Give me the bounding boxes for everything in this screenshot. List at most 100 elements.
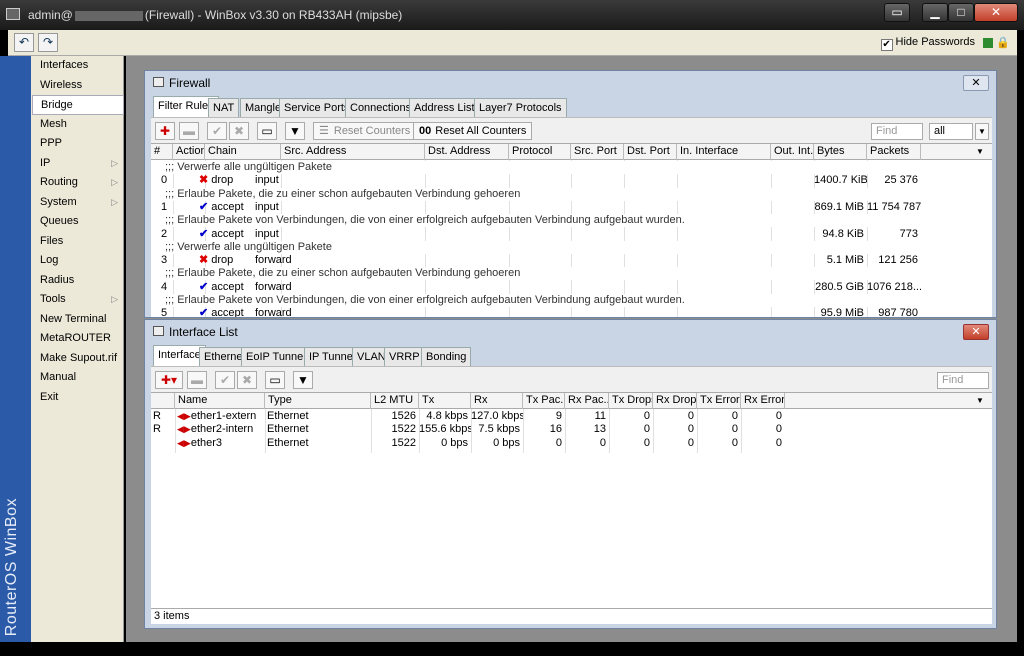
column-header[interactable]: Out. Int... xyxy=(771,144,814,160)
sidebar-item-tools[interactable]: Tools ▷ xyxy=(32,290,124,310)
table-row[interactable]: 2 ✔ accept input 94.8 KiB 773 xyxy=(151,228,992,241)
sidebar-item-radius[interactable]: Radius xyxy=(32,271,124,291)
add-dropdown-icon[interactable]: ✚▾ xyxy=(155,371,183,389)
firewall-find-input[interactable]: Find xyxy=(871,123,923,140)
redo-button[interactable]: ↷ xyxy=(38,33,58,52)
rule-comment-row[interactable]: ;;; Verwerfe alle ungültigen Pakete xyxy=(151,161,992,174)
sidebar-item-bridge[interactable]: Bridge xyxy=(32,95,124,115)
enable-icon[interactable]: ✔ xyxy=(207,122,227,140)
interface-rxe: 0 xyxy=(775,423,782,436)
filter-icon[interactable]: ▼ xyxy=(293,371,313,389)
table-row[interactable]: 1 ✔ accept input 869.1 MiB 11 754 787 xyxy=(151,201,992,214)
sidebar-item-wireless[interactable]: Wireless xyxy=(32,76,124,96)
add-icon[interactable]: ✚ xyxy=(155,122,175,140)
column-header[interactable]: Tx Drops xyxy=(609,393,653,409)
column-header[interactable]: Rx Errors xyxy=(741,393,785,409)
column-header[interactable]: Protocol xyxy=(509,144,571,160)
table-row[interactable]: 0 ✖ drop input 1400.7 KiB 25 376 xyxy=(151,174,992,187)
sidebar-item-routing[interactable]: Routing ▷ xyxy=(32,173,124,193)
rule-comment-row[interactable]: ;;; Erlaube Pakete von Verbindungen, die… xyxy=(151,294,992,307)
column-header[interactable]: Tx Errors xyxy=(697,393,741,409)
enable-icon[interactable]: ✔ xyxy=(215,371,235,389)
tab-interface[interactable]: Interface xyxy=(153,345,206,366)
sidebar-item-queues[interactable]: Queues xyxy=(32,212,124,232)
sidebar-item-new-terminal[interactable]: New Terminal xyxy=(32,310,124,330)
remove-icon[interactable]: ▬ xyxy=(179,122,199,140)
reset-counters-button[interactable]: ☰ Reset Counters xyxy=(313,122,417,140)
table-row[interactable]: R ◀▶ether1-extern Ethernet 1526 4.8 kbps 127.… xyxy=(151,410,992,423)
table-row[interactable]: R ◀▶ether2-intern Ethernet 1522 155.6 kbps 7.… xyxy=(151,423,992,436)
sidebar-item-exit[interactable]: Exit xyxy=(32,388,124,408)
rule-chain: forward xyxy=(255,254,292,267)
sidebar-item-log[interactable]: Log xyxy=(32,251,124,271)
tab-nat[interactable]: NAT xyxy=(208,98,240,117)
tab-service-ports[interactable]: Service Ports xyxy=(279,98,355,117)
tab-eoip-tunnel[interactable]: EoIP Tunnel xyxy=(241,347,311,366)
rule-comment-row[interactable]: ;;; Erlaube Pakete von Verbindungen, die… xyxy=(151,214,992,228)
sidebar-item-metarouter[interactable]: MetaROUTER xyxy=(32,329,124,349)
hide-passwords-checkbox[interactable]: ✔ Hide Passwords xyxy=(880,36,975,51)
column-header[interactable]: Packets xyxy=(867,144,921,160)
column-header[interactable]: Tx xyxy=(419,393,471,409)
table-row[interactable]: ◀▶ether3 Ethernet 1522 0 bps 0 bps 0 0 0 0 0 0 xyxy=(151,437,992,450)
column-header[interactable]: Type xyxy=(265,393,371,409)
sidebar-item-mesh[interactable]: Mesh xyxy=(32,115,124,135)
table-row[interactable]: 5 ✔ accept forward 95.9 MiB 987 780 xyxy=(151,307,992,317)
column-header[interactable]: In. Interface xyxy=(677,144,771,160)
column-header-flag[interactable] xyxy=(151,393,175,409)
firewall-close-button[interactable]: ✕ xyxy=(963,75,989,91)
column-header[interactable]: Chain xyxy=(205,144,281,160)
comment-icon[interactable]: ▭ xyxy=(257,122,277,140)
tab-vrrp[interactable]: VRRP xyxy=(384,347,425,366)
column-header[interactable]: Rx Drops xyxy=(653,393,697,409)
sidebar-item-interfaces[interactable]: Interfaces xyxy=(32,56,124,76)
reset-all-counters-button[interactable]: 00 Reset All Counters xyxy=(413,122,533,140)
disable-icon[interactable]: ✖ xyxy=(237,371,257,389)
restore-icon[interactable]: ▭ xyxy=(884,3,910,22)
checkbox-icon[interactable]: ✔ xyxy=(880,39,893,51)
column-header[interactable]: Tx Pac... xyxy=(523,393,565,409)
firewall-titlebar[interactable]: Firewall ✕ xyxy=(145,71,996,95)
interface-list-close-button[interactable]: ✕ xyxy=(963,324,989,340)
column-header[interactable]: Rx xyxy=(471,393,523,409)
column-header[interactable]: Bytes xyxy=(814,144,867,160)
table-row[interactable]: 4 ✔ accept forward 280.5 GiB 1076 218... xyxy=(151,281,992,294)
minimize-button[interactable]: ▁ xyxy=(922,3,948,22)
column-header[interactable]: Src. Port xyxy=(571,144,624,160)
maximize-button[interactable]: □ xyxy=(948,3,974,22)
disable-icon[interactable]: ✖ xyxy=(229,122,249,140)
column-header[interactable]: Name xyxy=(175,393,265,409)
undo-button[interactable]: ↶ xyxy=(14,33,34,52)
rule-comment-row[interactable]: ;;; Erlaube Pakete, die zu einer schon a… xyxy=(151,267,992,281)
table-row[interactable]: 3 ✖ drop forward 5.1 MiB 121 256 xyxy=(151,254,992,267)
column-header[interactable]: Action xyxy=(173,144,205,160)
sidebar-item-ppp[interactable]: PPP xyxy=(32,134,124,154)
column-menu-icon[interactable]: ▼ xyxy=(973,393,991,409)
column-header[interactable]: Rx Pac... xyxy=(565,393,609,409)
column-menu-icon[interactable]: ▼ xyxy=(973,144,991,160)
sidebar-item-make-supout-rif[interactable]: Make Supout.rif xyxy=(32,349,124,369)
chain-filter-dropdown-icon[interactable]: ▼ xyxy=(975,123,989,140)
column-header[interactable]: # xyxy=(151,144,173,160)
rule-comment-row[interactable]: ;;; Verwerfe alle ungültigen Pakete xyxy=(151,240,992,254)
interface-find-input[interactable]: Find xyxy=(937,372,989,389)
comment-icon[interactable]: ▭ xyxy=(265,371,285,389)
sidebar-item-ip[interactable]: IP ▷ xyxy=(32,154,124,174)
rule-packets: 1076 218... xyxy=(867,280,921,293)
tab-connections[interactable]: Connections xyxy=(345,98,417,117)
tab-bonding[interactable]: Bonding xyxy=(421,347,472,366)
tab-layer7-protocols[interactable]: Layer7 Protocols xyxy=(474,98,567,117)
rule-comment-row[interactable]: ;;; Erlaube Pakete, die zu einer schon a… xyxy=(151,187,992,201)
filter-icon[interactable]: ▼ xyxy=(285,122,305,140)
column-header[interactable]: Dst. Port xyxy=(624,144,677,160)
sidebar-item-system[interactable]: System ▷ xyxy=(32,193,124,213)
column-header[interactable]: Src. Address xyxy=(281,144,425,160)
chain-filter-select[interactable]: all xyxy=(929,123,973,140)
column-header[interactable]: L2 MTU xyxy=(371,393,419,409)
sidebar-item-manual[interactable]: Manual xyxy=(32,368,124,388)
sidebar-item-files[interactable]: Files xyxy=(32,232,124,252)
close-button[interactable]: ✕ xyxy=(974,3,1018,22)
remove-icon[interactable]: ▬ xyxy=(187,371,207,389)
column-header[interactable]: Dst. Address xyxy=(425,144,509,160)
interface-list-titlebar[interactable]: Interface List ✕ xyxy=(145,320,996,344)
